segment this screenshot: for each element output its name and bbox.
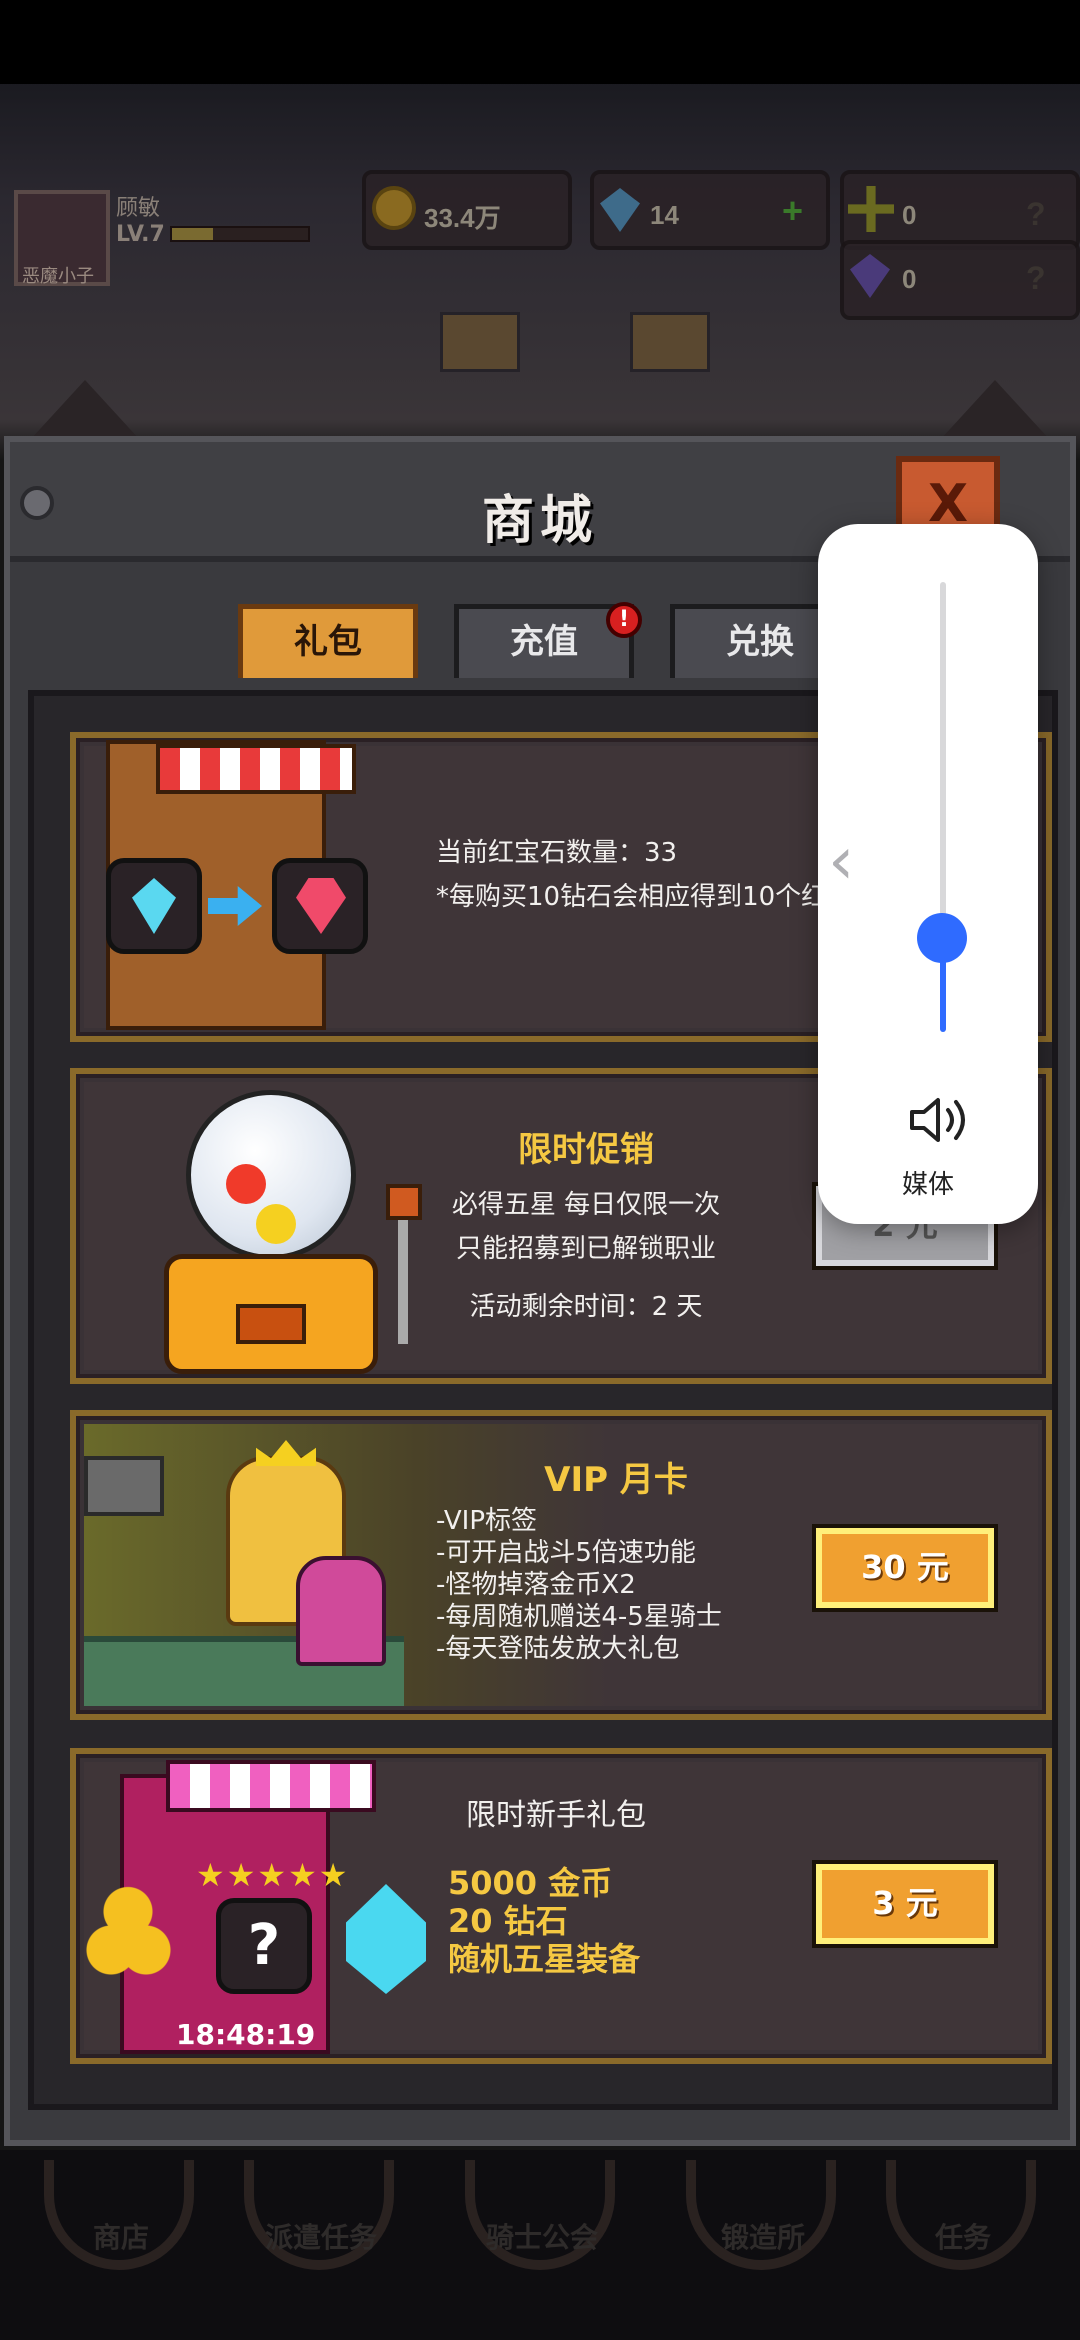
volume-slider-thumb[interactable] <box>917 912 967 963</box>
tab-gift[interactable]: 礼包 <box>238 604 418 678</box>
capsule <box>256 1204 296 1244</box>
chevron-left-icon[interactable]: ‹ <box>828 822 854 899</box>
speaker-icon[interactable] <box>906 1090 976 1150</box>
level-progress-fill <box>172 228 213 240</box>
vip-card: VIP 月卡 -VIP标签 -可开启战斗5倍速功能 -怪物掉落金币X2 -每周随… <box>70 1410 1052 1720</box>
starter-pack-card: ★★★★★ ? 18:48:19 限时新手礼包 5000 金币 20 钻石 随机… <box>70 1748 1052 2064</box>
ruby-note-text: *每购买10钻石会相应得到10个红 <box>436 882 828 912</box>
promo-line2: 只能招募到已解锁职业 <box>455 1234 716 1264</box>
gold-coin-icon <box>372 186 416 230</box>
level-progress-bar <box>170 226 310 242</box>
promo-line1: 必得五星 每日仅限一次 <box>451 1190 721 1220</box>
promo-title: 限时促销 <box>518 1130 654 1170</box>
ruby-count-text: 当前红宝石数量：33 <box>436 838 678 868</box>
mystery-item-icon: ? <box>216 1898 312 1994</box>
starter-item: 20 钻石 <box>448 1902 568 1940</box>
diamond-value: 14 <box>650 200 679 230</box>
gold-value: 33.4万 <box>424 203 501 233</box>
companion-hero-icon <box>296 1556 386 1666</box>
gold-coins-icon <box>76 1884 176 1994</box>
gacha-slot <box>236 1304 306 1344</box>
status-bar-area <box>0 0 1080 84</box>
nav-dispatch[interactable]: 派遣任务 <box>246 2216 396 2256</box>
nav-forge[interactable]: 锻造所 <box>688 2216 838 2256</box>
nav-guild[interactable]: 骑士公会 <box>467 2216 617 2256</box>
castle-window <box>630 312 710 372</box>
currency4-value: 0 <box>902 264 917 294</box>
nav-quest[interactable]: 任务 <box>888 2216 1038 2256</box>
promo-timer: 活动剩余时间：2 天 <box>469 1292 703 1322</box>
capsule <box>226 1164 266 1204</box>
vip-perk: -每天登陆发放大礼包 <box>436 1634 680 1664</box>
star-rating-icon: ★★★★★ <box>196 1856 350 1894</box>
avatar-caption: 恶魔小子 <box>22 266 94 287</box>
currency3-value: 0 <box>902 200 917 230</box>
stone-block <box>84 1456 164 1516</box>
player-level: LV.7 <box>116 222 165 247</box>
help-icon[interactable]: ? <box>1026 260 1046 297</box>
vip-buy-button[interactable]: 30 元 <box>816 1528 994 1608</box>
stall-awning <box>166 1760 376 1812</box>
notification-badge: ! <box>606 602 642 638</box>
stall-awning <box>156 744 356 794</box>
nav-shop[interactable]: 商店 <box>46 2216 196 2256</box>
starter-buy-button[interactable]: 3 元 <box>816 1864 994 1944</box>
starter-title: 限时新手礼包 <box>466 1798 646 1833</box>
starter-item: 随机五星装备 <box>448 1940 641 1978</box>
castle-window <box>440 312 520 372</box>
volume-label: 媒体 <box>901 1170 954 1200</box>
player-name: 顾敏 <box>116 196 161 221</box>
starter-item: 5000 金币 <box>448 1864 613 1902</box>
add-diamond-button[interactable]: + <box>782 190 803 232</box>
help-icon[interactable]: ? <box>1026 196 1046 233</box>
starter-timer: 18:48:19 <box>176 2018 316 2051</box>
vip-title: VIP 月卡 <box>544 1460 688 1500</box>
